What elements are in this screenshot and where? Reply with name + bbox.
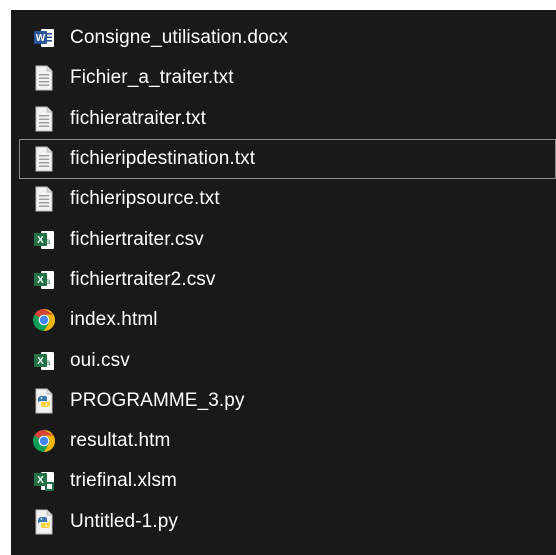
file-item[interactable]: W Consigne_utilisation.docx: [11, 18, 556, 58]
file-item-selected[interactable]: fichieripdestination.txt: [19, 138, 556, 180]
file-item[interactable]: X triefinal.xlsm: [11, 461, 556, 501]
file-name: oui.csv: [70, 349, 130, 371]
file-name: fichieripsource.txt: [70, 188, 220, 210]
text-file-icon: [31, 65, 57, 91]
python-file-icon: [31, 388, 57, 414]
file-name: PROGRAMME_3.py: [70, 389, 245, 411]
svg-text:X: X: [37, 356, 44, 367]
excel-csv-icon: aX: [31, 267, 57, 293]
chrome-icon: [31, 428, 57, 454]
file-name: Fichier_a_traiter.txt: [70, 67, 234, 89]
file-item[interactable]: PROGRAMME_3.py: [11, 381, 556, 421]
file-item[interactable]: fichieratraiter.txt: [11, 99, 556, 139]
file-name: resultat.htm: [70, 430, 171, 452]
file-name: fichieripdestination.txt: [70, 148, 256, 170]
svg-text:W: W: [36, 33, 46, 44]
file-item[interactable]: aX fichiertraiter.csv: [11, 219, 556, 259]
file-item[interactable]: Fichier_a_traiter.txt: [11, 58, 556, 98]
text-file-icon: [31, 106, 57, 132]
text-file-icon: [31, 146, 57, 172]
file-list: W Consigne_utilisation.docx Fichier_a_tr…: [11, 18, 556, 542]
file-explorer-panel: W Consigne_utilisation.docx Fichier_a_tr…: [11, 10, 556, 555]
text-file-icon: [31, 186, 57, 212]
file-name: fichiertraiter.csv: [70, 228, 204, 250]
file-name: fichieratraiter.txt: [70, 107, 207, 129]
file-item[interactable]: resultat.htm: [11, 421, 556, 461]
file-name: Consigne_utilisation.docx: [70, 27, 288, 49]
file-item[interactable]: fichieripsource.txt: [11, 179, 556, 219]
file-name: index.html: [70, 309, 158, 331]
svg-text:X: X: [37, 275, 44, 286]
excel-csv-icon: aX: [31, 227, 57, 253]
file-name: fichiertraiter2.csv: [70, 268, 216, 290]
file-name: triefinal.xlsm: [70, 470, 177, 492]
svg-text:X: X: [37, 475, 44, 486]
file-item[interactable]: index.html: [11, 300, 556, 340]
chrome-icon: [31, 307, 57, 333]
excel-macro-icon: X: [31, 468, 57, 494]
file-item[interactable]: Untitled-1.py: [11, 502, 556, 542]
svg-text:X: X: [37, 235, 44, 246]
excel-csv-icon: aX: [31, 348, 57, 374]
file-name: Untitled-1.py: [70, 510, 178, 532]
word-document-icon: W: [31, 25, 57, 51]
python-file-icon: [31, 509, 57, 535]
file-item[interactable]: aX oui.csv: [11, 340, 556, 380]
file-item[interactable]: aX fichiertraiter2.csv: [11, 260, 556, 300]
